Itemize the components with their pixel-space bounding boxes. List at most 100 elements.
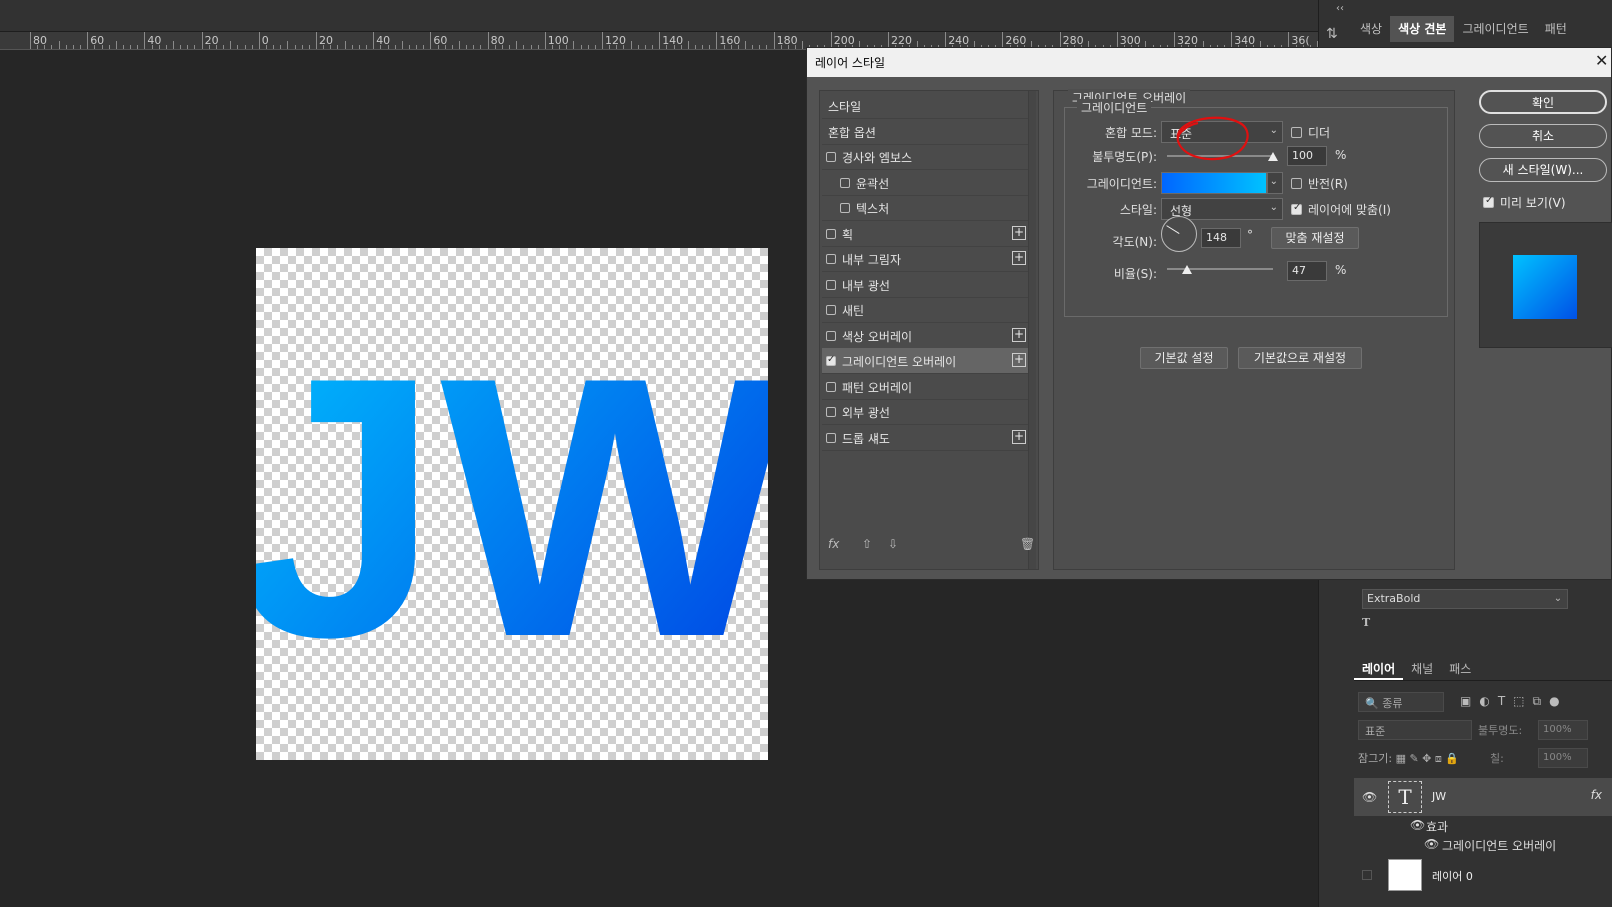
checkbox-box: [1291, 127, 1302, 138]
style-list-item[interactable]: 내부 그림자 +: [822, 246, 1028, 272]
style-list-item[interactable]: 색상 오버레이 +: [822, 323, 1028, 349]
panel-tab[interactable]: 그레이디언트: [1454, 16, 1536, 42]
shape-filter-icon[interactable]: ⬚: [1513, 694, 1524, 712]
effect-row-gradient-overlay[interactable]: 👁 그레이디언트 오버레이: [1354, 837, 1612, 855]
fx-icon[interactable]: fx: [828, 537, 839, 551]
layers-panel-tab[interactable]: 패스: [1441, 655, 1479, 680]
reset-alignment-button[interactable]: 맞춤 재설정: [1271, 227, 1359, 249]
align-with-layer-checkbox[interactable]: 레이어에 맞춤(I): [1291, 201, 1391, 218]
ruler-minor-tick: [737, 45, 739, 49]
add-effect-icon[interactable]: +: [1012, 251, 1026, 265]
dither-checkbox[interactable]: 디더: [1291, 124, 1330, 141]
style-checkbox[interactable]: [826, 152, 836, 162]
add-effect-icon[interactable]: +: [1012, 353, 1026, 367]
ruler-minor-tick: [122, 45, 124, 49]
degree-unit: °: [1247, 228, 1253, 242]
image-filter-icon[interactable]: ▣: [1460, 694, 1471, 712]
lock-icons[interactable]: ▦ ✎ ✥ ⧈ 🔒: [1396, 752, 1460, 765]
close-icon[interactable]: ✕: [1595, 51, 1611, 70]
style-list-scrollbar[interactable]: [1028, 91, 1036, 569]
effects-row[interactable]: 👁 효과: [1354, 818, 1612, 836]
ruler-minor-tick: [451, 45, 453, 49]
style-checkbox[interactable]: [826, 381, 836, 392]
style-list-item[interactable]: 윤곽선: [822, 170, 1028, 196]
style-list-item[interactable]: 패턴 오버레이: [822, 374, 1028, 400]
gradient-picker-dropdown[interactable]: ⌄: [1267, 172, 1283, 194]
style-checkbox[interactable]: [826, 254, 836, 264]
make-default-button[interactable]: 기본값 설정: [1140, 347, 1228, 369]
add-effect-icon[interactable]: +: [1012, 225, 1026, 240]
new-style-button[interactable]: 새 스타일(W)...: [1479, 158, 1607, 182]
style-checkbox[interactable]: [826, 279, 836, 290]
red-annotation-circle: [1176, 116, 1249, 161]
style-checkbox[interactable]: [840, 177, 850, 188]
ruler-minor-tick: [187, 45, 189, 49]
trash-icon[interactable]: 🗑: [1020, 537, 1035, 551]
filter-toggle-icon[interactable]: ●: [1549, 694, 1559, 712]
style-list-item[interactable]: 획 +: [822, 221, 1028, 247]
style-checkbox[interactable]: [826, 432, 836, 443]
panel-tab[interactable]: 패턴: [1537, 16, 1575, 42]
gradient-swatch[interactable]: [1161, 172, 1267, 194]
ruler-tick: [316, 32, 317, 49]
type-filter-icon[interactable]: T: [1498, 694, 1505, 712]
style-list-item[interactable]: 텍스처: [822, 195, 1028, 221]
fx-icon[interactable]: fx: [1591, 788, 1602, 802]
move-down-icon[interactable]: ⇩: [888, 537, 898, 551]
panel-tab[interactable]: 색상: [1352, 16, 1390, 42]
layers-panel-tab[interactable]: 채널: [1403, 655, 1441, 680]
style-checkbox[interactable]: [826, 305, 836, 315]
ruler-tick: [373, 32, 375, 49]
style-checkbox[interactable]: [826, 354, 836, 366]
panel-toggle-icon[interactable]: ⇅: [1326, 26, 1342, 46]
ok-button[interactable]: 확인: [1479, 90, 1607, 114]
move-up-icon[interactable]: ⇧: [862, 537, 872, 551]
gradient-overlay-settings: 그레이디언트 오버레이 그레이디언트 혼합 모드: 표준 ⌄ 디더 불투명도(P…: [1053, 89, 1455, 570]
ruler-minor-tick: [223, 45, 225, 49]
panel-tab[interactable]: 색상 견본: [1390, 16, 1455, 42]
style-list-item[interactable]: 스타일: [822, 93, 1028, 119]
style-list-item[interactable]: 경사와 엠보스: [822, 144, 1028, 170]
layer-row-layer0[interactable]: 레이어 0: [1354, 856, 1612, 894]
collapse-panels-icon[interactable]: ‹‹: [1336, 3, 1344, 14]
style-list-item[interactable]: 새틴: [822, 297, 1028, 323]
eye-icon[interactable]: 👁: [1410, 818, 1425, 832]
style-list-item[interactable]: 그레이디언트 오버레이 +: [822, 348, 1028, 374]
reset-to-default-button[interactable]: 기본값으로 재설정: [1238, 347, 1362, 369]
fill-input[interactable]: 100%: [1538, 748, 1588, 768]
scale-slider-thumb[interactable]: [1182, 265, 1193, 274]
style-checkbox[interactable]: [840, 203, 850, 213]
reverse-checkbox[interactable]: 반전(R): [1291, 175, 1348, 192]
angle-dial[interactable]: [1161, 216, 1197, 252]
add-effect-icon[interactable]: +: [1012, 327, 1026, 342]
layer-blend-mode-select[interactable]: 표준: [1358, 720, 1472, 740]
adjustment-filter-icon[interactable]: ◐: [1479, 694, 1489, 712]
document-canvas[interactable]: JW: [256, 248, 768, 760]
scale-input[interactable]: 47: [1287, 261, 1327, 281]
cancel-button[interactable]: 취소: [1479, 124, 1607, 148]
angle-input[interactable]: 148: [1201, 228, 1241, 248]
preview-checkbox[interactable]: 미리 보기(V): [1483, 194, 1566, 211]
eye-icon[interactable]: 👁: [1424, 837, 1439, 851]
style-list-item[interactable]: 드롭 섀도 +: [822, 425, 1028, 451]
style-checkbox[interactable]: [826, 330, 836, 341]
eye-icon[interactable]: 👁: [1362, 790, 1377, 804]
layer-row-jw[interactable]: 👁 T JW fx: [1354, 778, 1612, 816]
layer-opacity-input[interactable]: 100%: [1538, 720, 1588, 740]
style-checkbox[interactable]: [826, 407, 836, 417]
opacity-slider-thumb[interactable]: [1268, 152, 1278, 161]
layers-panel-tab[interactable]: 레이어: [1354, 655, 1404, 680]
style-list-item[interactable]: 외부 광선: [822, 399, 1028, 425]
font-style-select[interactable]: ExtraBold: [1362, 589, 1568, 609]
opacity-input[interactable]: 100: [1287, 146, 1327, 166]
visibility-toggle[interactable]: [1362, 870, 1372, 880]
smart-object-filter-icon[interactable]: ⧉: [1533, 694, 1542, 712]
add-effect-icon[interactable]: +: [1012, 429, 1026, 444]
layer-filter-select[interactable]: 🔍 종류: [1358, 692, 1444, 712]
ruler-minor-tick: [301, 45, 303, 49]
style-list-item[interactable]: 내부 광선: [822, 272, 1028, 298]
style-checkbox[interactable]: [826, 228, 836, 239]
style-list-item[interactable]: 혼합 옵션: [822, 119, 1028, 145]
chevron-down-icon[interactable]: ⌄: [1548, 589, 1568, 609]
canvas-text-jw: JW: [256, 301, 768, 714]
